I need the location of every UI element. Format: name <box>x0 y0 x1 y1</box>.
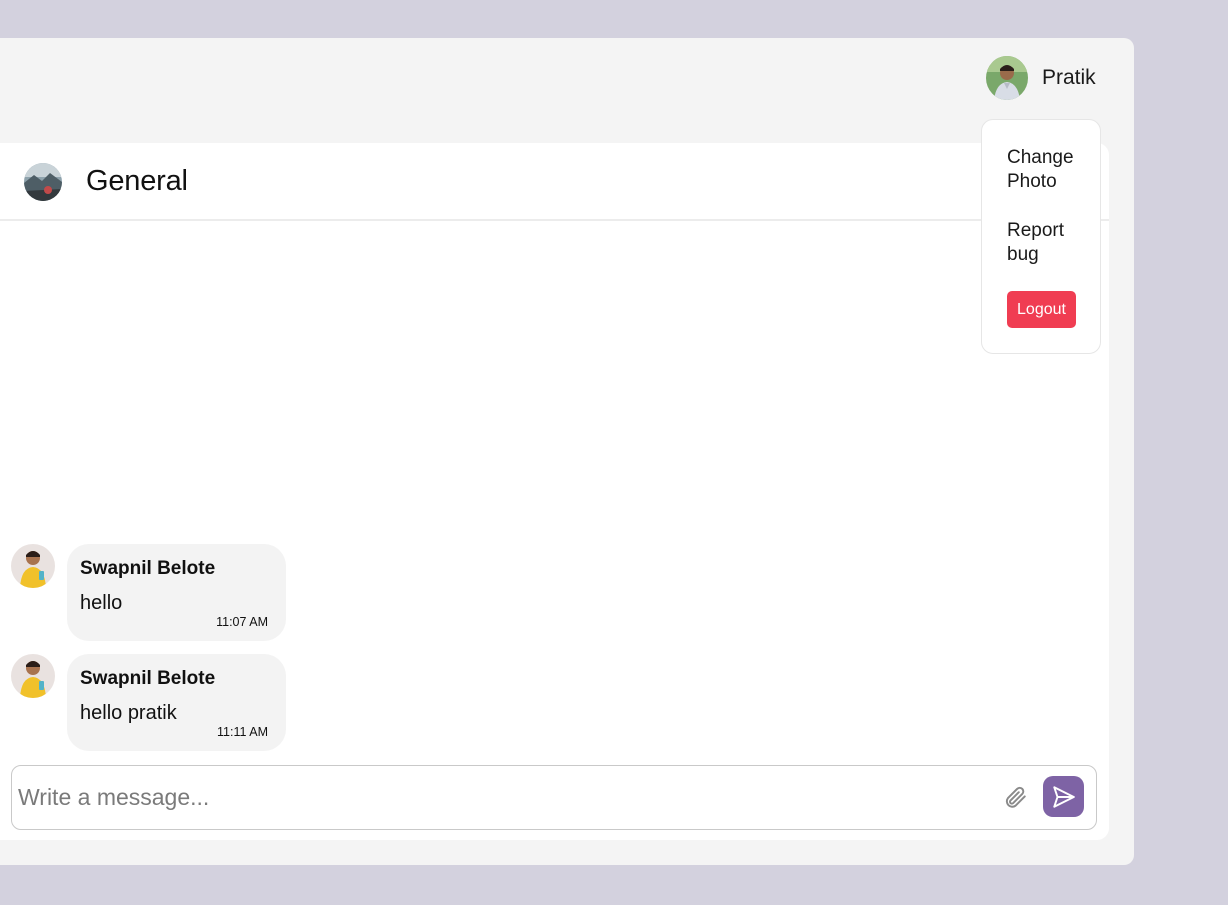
message-time: 11:11 AM <box>217 725 268 739</box>
user-menu-trigger[interactable]: Pratik <box>986 56 1096 100</box>
send-button[interactable] <box>1043 776 1084 817</box>
sender-avatar[interactable] <box>11 654 55 698</box>
sender-avatar[interactable] <box>11 544 55 588</box>
menu-item-report-bug[interactable]: Report bug <box>1007 219 1087 267</box>
message-sender: Swapnil Belote <box>80 558 216 579</box>
attach-button[interactable] <box>1000 780 1030 814</box>
message-input[interactable] <box>18 774 988 820</box>
user-name[interactable]: Pratik <box>1042 66 1096 90</box>
message-composer <box>11 765 1097 830</box>
message-item: Swapnil Belote hello 11:07 AM <box>11 544 286 641</box>
message-bubble: Swapnil Belote hello 11:07 AM <box>67 544 286 641</box>
logout-button[interactable]: Logout <box>1007 291 1076 328</box>
message-item: Swapnil Belote hello pratik 11:11 AM <box>11 654 286 751</box>
room-avatar <box>24 163 62 201</box>
message-sender: Swapnil Belote <box>80 668 216 689</box>
user-avatar[interactable] <box>986 56 1028 100</box>
message-text: hello pratik <box>80 702 177 724</box>
room-title: General <box>86 165 188 197</box>
message-bubble: Swapnil Belote hello pratik 11:11 AM <box>67 654 286 751</box>
message-time: 11:07 AM <box>216 615 268 629</box>
chat-header: General <box>0 143 1109 221</box>
user-dropdown-menu: Change Photo Report bug Logout <box>981 119 1101 354</box>
message-text: hello <box>80 592 123 614</box>
menu-item-change-photo[interactable]: Change Photo <box>1007 146 1087 194</box>
chat-panel: General Swapnil Belote hello 11:07 AM Sw… <box>0 143 1109 840</box>
send-icon <box>1052 785 1075 808</box>
paperclip-icon <box>1005 786 1026 808</box>
